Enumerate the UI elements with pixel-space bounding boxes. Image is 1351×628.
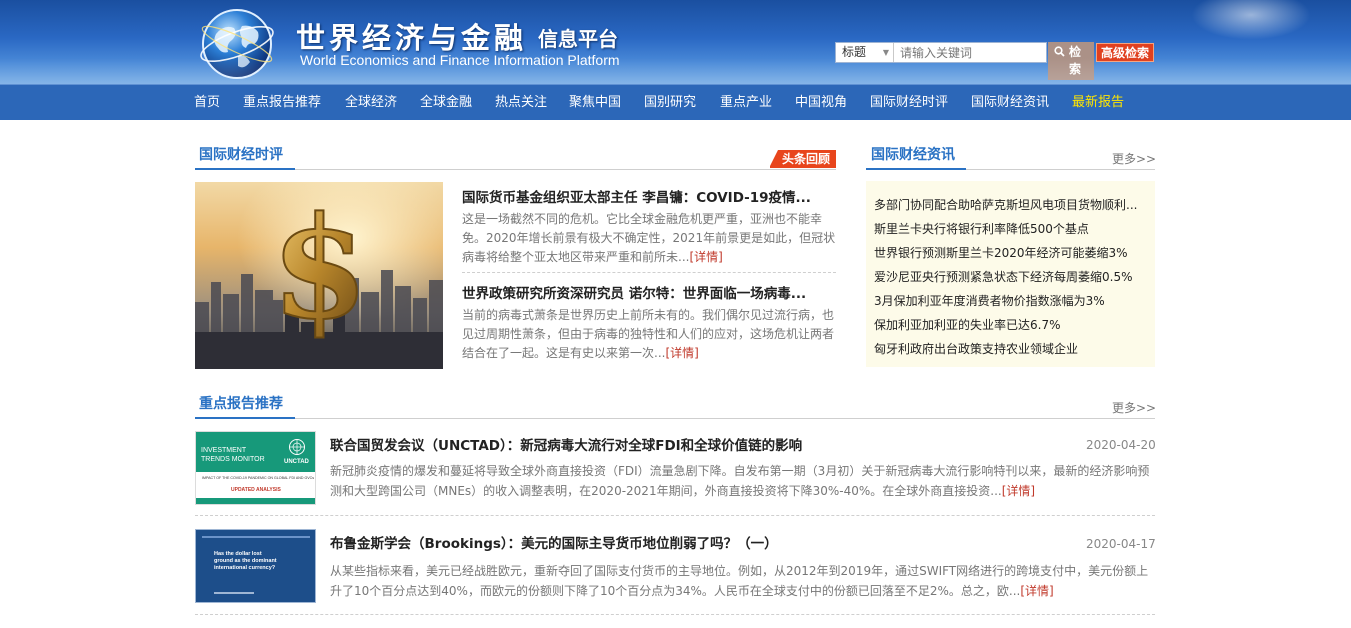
- nav-item-latest-reports[interactable]: 最新报告: [1072, 85, 1124, 120]
- detail-link[interactable]: [详情]: [1002, 484, 1035, 498]
- news-item[interactable]: 爱沙尼亚央行预测紧急状态下经济每周萎缩0.5%: [874, 268, 1150, 285]
- news-item[interactable]: 斯里兰卡央行将银行利率降低500个基点: [874, 220, 1150, 237]
- summary-text: 当前的病毒式萧条是世界历史上前所未有的。我们偶尔见过流行病，也见过周期性萧条，但…: [462, 308, 835, 360]
- thumb-footer: [196, 498, 315, 504]
- nav-item-home[interactable]: 首页: [194, 85, 220, 120]
- detail-link[interactable]: [详情]: [1020, 584, 1053, 598]
- summary-text: 这是一场截然不同的危机。它比全球金融危机更严重，亚洲也不能幸免。2020年增长前…: [462, 212, 836, 264]
- section-underline: [195, 168, 295, 170]
- thumb-org: UNCTAD: [284, 459, 309, 465]
- commentary-article-summary: 这是一场截然不同的危机。它比全球金融危机更严重，亚洲也不能幸免。2020年增长前…: [462, 210, 836, 267]
- nav-item-key-reports[interactable]: 重点报告推荐: [243, 85, 321, 120]
- nav-item-country-research[interactable]: 国别研究: [644, 85, 696, 120]
- report-title[interactable]: 布鲁金斯学会（Brookings）：美元的国际主导货币地位削弱了吗？（一）: [330, 532, 778, 552]
- news-section-title[interactable]: 国际财经资讯: [871, 144, 955, 164]
- logo-subtitle-cn[interactable]: 信息平台: [538, 23, 618, 52]
- divider: [195, 418, 1155, 419]
- globe-logo-icon[interactable]: [198, 4, 276, 82]
- search-box: 标题 ▼: [835, 42, 1047, 63]
- commentary-article-title[interactable]: 世界政策研究所资深研究员 诺尔特：世界面临一场病毒...: [462, 282, 836, 302]
- search-button-label: 检索: [1068, 45, 1081, 76]
- advanced-search-button[interactable]: 高级检索: [1096, 43, 1154, 62]
- report-summary: 新冠肺炎疫情的爆发和蔓延将导致全球外商直接投资（FDI）流量急剧下降。自发布第一…: [330, 461, 1156, 501]
- thumb-title: INVESTMENT TRENDS MONITOR: [201, 446, 265, 464]
- nav-item-news[interactable]: 国际财经资讯: [971, 85, 1049, 120]
- thumb-caption: IMPACT OF THE COVID-19 PANDEMIC ON GLOBA…: [202, 476, 314, 480]
- news-item[interactable]: 3月保加利亚年度消费者物价指数涨幅为3%: [874, 292, 1150, 309]
- reports-section-title[interactable]: 重点报告推荐: [199, 393, 283, 413]
- thumb-rule: [214, 592, 254, 594]
- chevron-down-icon: ▼: [882, 48, 889, 57]
- nav-item-global-finance[interactable]: 全球金融: [420, 85, 472, 120]
- brookings-report-thumbnail[interactable]: Has the dollar lost ground as the domina…: [195, 529, 316, 603]
- news-item[interactable]: 匈牙利政府出台政策支持农业领域企业: [874, 340, 1150, 357]
- nav-item-china-perspective[interactable]: 中国视角: [795, 85, 847, 120]
- commentary-article-title[interactable]: 国际货币基金组织亚太部主任 李昌镛：COVID-19疫情...: [462, 186, 836, 206]
- detail-link[interactable]: [详情]: [689, 250, 722, 264]
- un-emblem-icon: [289, 439, 305, 455]
- headline-review-badge[interactable]: 头条回顾: [769, 150, 836, 168]
- report-title[interactable]: 联合国贸发会议（UNCTAD）：新冠病毒大流行对全球FDI和全球价值链的影响: [330, 434, 802, 454]
- nav-item-commentary[interactable]: 国际财经时评: [870, 85, 948, 120]
- commentary-section-title[interactable]: 国际财经时评: [199, 144, 283, 164]
- news-item[interactable]: 保加利亚加利亚的失业率已达6.7%: [874, 316, 1150, 333]
- divider: [195, 515, 1155, 516]
- divider: [195, 614, 1155, 615]
- report-date: 2020-04-20: [1086, 438, 1156, 452]
- search-field-selected: 标题: [842, 45, 867, 59]
- search-input[interactable]: [896, 43, 1046, 62]
- logo-title-en[interactable]: World Economics and Finance Information …: [300, 52, 620, 68]
- thumb-rule: [202, 536, 310, 538]
- main-nav: 首页 重点报告推荐 全球经济 全球金融 热点关注 聚焦中国 国别研究 重点产业 …: [0, 84, 1351, 120]
- news-more-link[interactable]: 更多>>: [1112, 150, 1156, 167]
- section-underline: [866, 168, 966, 170]
- thumb-line: TRENDS MONITOR: [201, 456, 265, 463]
- dollar-city-image[interactable]: $: [195, 182, 443, 369]
- thumb-line: INVESTMENT: [201, 447, 247, 454]
- section-underline: [195, 417, 295, 419]
- unctad-report-thumbnail[interactable]: INVESTMENT TRENDS MONITOR UNCTAD IMPACT …: [195, 431, 316, 505]
- reports-more-link[interactable]: 更多>>: [1112, 399, 1156, 416]
- thumb-tag: UPDATED ANALYSIS: [231, 487, 281, 493]
- nav-item-hot-topics[interactable]: 热点关注: [495, 85, 547, 120]
- header-glow: [1191, 0, 1311, 40]
- news-list: 多部门协同配合助哈萨克斯坦风电项目货物顺利... 斯里兰卡央行将银行利率降低50…: [866, 181, 1155, 367]
- search-button[interactable]: 检索: [1048, 42, 1094, 80]
- detail-link[interactable]: [详情]: [665, 346, 698, 360]
- nav-item-focus-china[interactable]: 聚焦中国: [569, 85, 621, 120]
- nav-item-global-economy[interactable]: 全球经济: [345, 85, 397, 120]
- divider: [462, 272, 836, 273]
- search-icon: [1054, 46, 1065, 57]
- nav-item-key-industries[interactable]: 重点产业: [720, 85, 772, 120]
- search-field-select[interactable]: 标题 ▼: [836, 43, 894, 62]
- report-date: 2020-04-17: [1086, 537, 1156, 551]
- report-summary: 从某些指标来看，美元已经战胜欧元，重新夺回了国际支付货币的主导地位。例如，从20…: [330, 561, 1156, 601]
- news-item[interactable]: 多部门协同配合助哈萨克斯坦风电项目货物顺利...: [874, 196, 1150, 213]
- news-item[interactable]: 世界银行预测斯里兰卡2020年经济可能萎缩3%: [874, 244, 1150, 261]
- thumb-title: Has the dollar lost ground as the domina…: [214, 551, 277, 571]
- site-header: 世界经济与金融 信息平台 World Economics and Finance…: [0, 0, 1351, 84]
- svg-text:$: $: [271, 187, 368, 351]
- logo-title-cn[interactable]: 世界经济与金融: [296, 15, 527, 57]
- commentary-article-summary: 当前的病毒式萧条是世界历史上前所未有的。我们偶尔见过流行病，也见过周期性萧条，但…: [462, 306, 836, 363]
